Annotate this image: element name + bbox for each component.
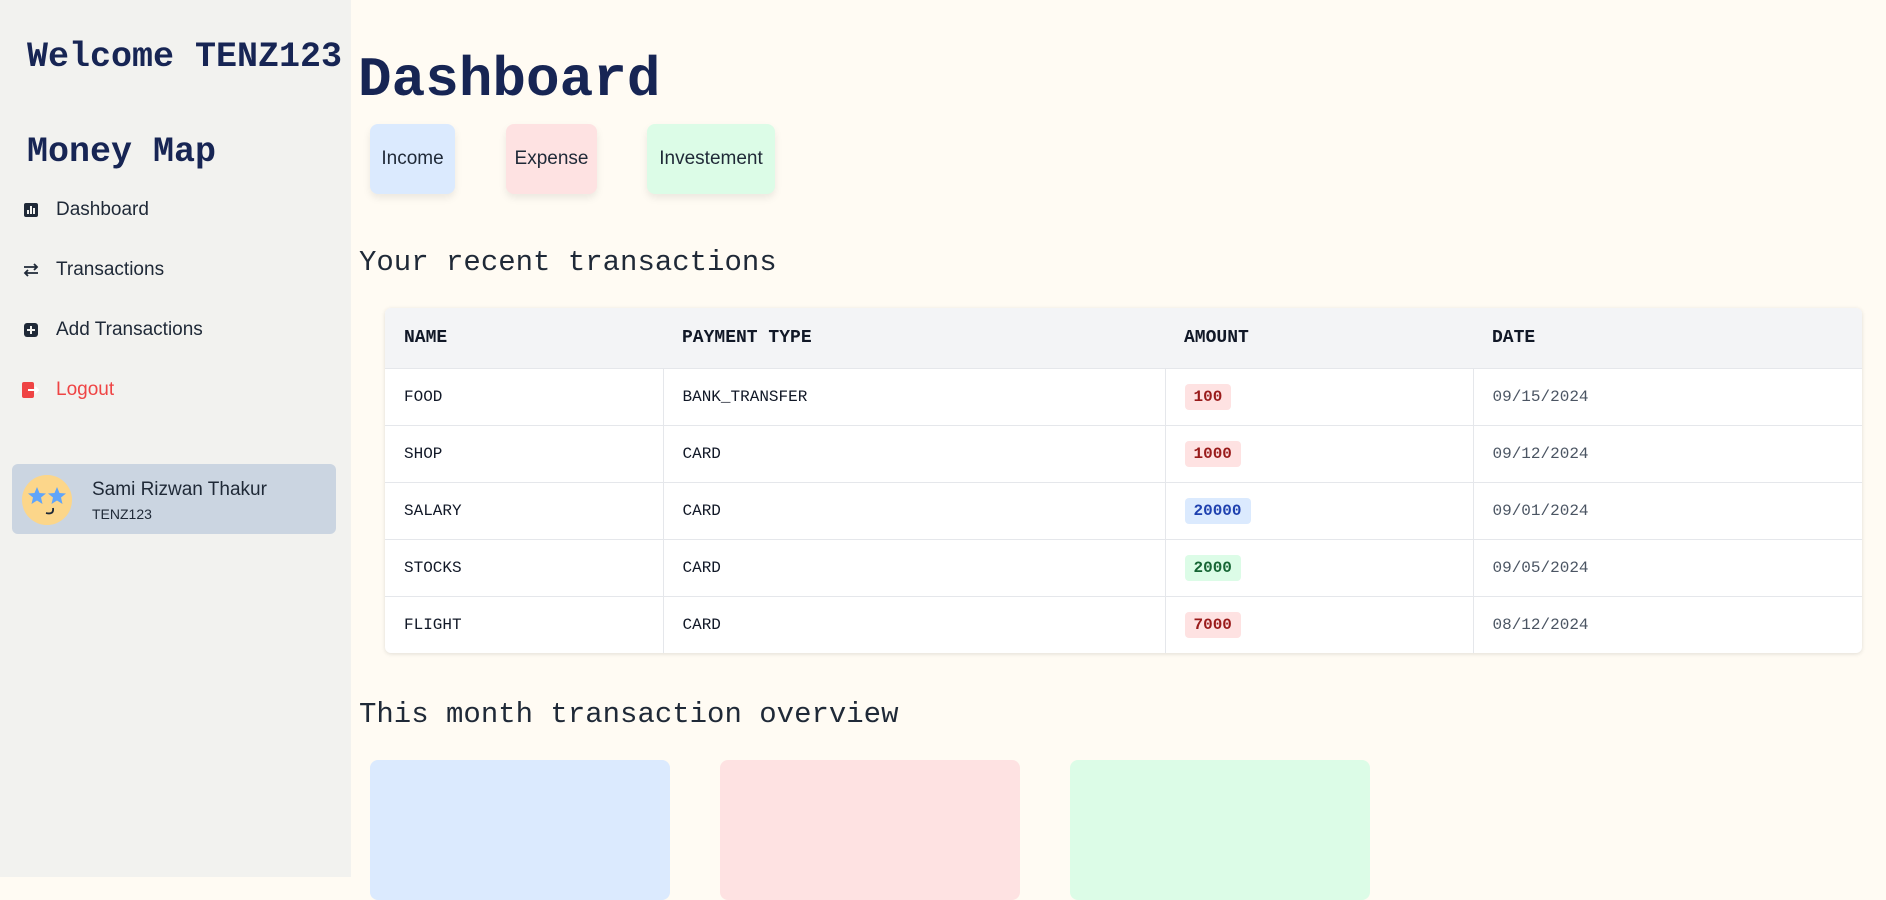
cell-date: 09/12/2024 <box>1473 425 1862 483</box>
table-row[interactable]: SHOP CARD 1000 09/12/2024 <box>385 425 1862 483</box>
cell-amount: 100 <box>1165 368 1474 426</box>
cell-date: 09/05/2024 <box>1473 539 1862 597</box>
sidebar-item-label: Transactions <box>56 259 165 280</box>
table-header-row: NAME PAYMENT TYPE AMOUNT DATE <box>385 308 1862 369</box>
income-filter-button[interactable]: Income <box>370 124 455 194</box>
cell-amount: 1000 <box>1165 425 1474 483</box>
amount-badge: 2000 <box>1184 555 1241 581</box>
amount-badge: 100 <box>1184 384 1232 410</box>
star-eyes-emoji-icon <box>22 475 72 525</box>
table-row[interactable]: FLIGHT CARD 7000 08/12/2024 <box>385 596 1862 653</box>
recent-transactions-heading: Your recent transactions <box>359 246 777 279</box>
investment-filter-button[interactable]: Investement <box>647 124 775 194</box>
page-title: Dashboard <box>358 48 661 112</box>
income-overview-card <box>370 760 670 900</box>
cell-amount: 7000 <box>1165 596 1474 653</box>
cell-amount: 2000 <box>1165 539 1474 597</box>
sidebar-item-transactions[interactable]: Transactions <box>22 250 164 290</box>
welcome-heading: Welcome TENZ123 <box>27 37 343 77</box>
table-row[interactable]: FOOD BANK_TRANSFER 100 09/15/2024 <box>385 368 1862 426</box>
cell-payment-type: CARD <box>663 539 1166 597</box>
user-profile[interactable]: Sami Rizwan Thakur TENZ123 <box>12 464 336 534</box>
sidebar-item-dashboard[interactable]: Dashboard <box>22 190 149 230</box>
cell-name: STOCKS <box>385 539 664 597</box>
cell-name: FOOD <box>385 368 664 426</box>
sidebar-item-label: Logout <box>56 379 115 400</box>
table-row[interactable]: STOCKS CARD 2000 09/05/2024 <box>385 539 1862 597</box>
cell-payment-type: CARD <box>663 425 1166 483</box>
table-row[interactable]: SALARY CARD 20000 09/01/2024 <box>385 482 1862 540</box>
plus-square-icon <box>22 323 40 337</box>
sidebar-item-label: Dashboard <box>56 199 149 220</box>
arrows-exchange-icon <box>22 262 40 278</box>
logout-icon <box>22 382 40 398</box>
cell-name: FLIGHT <box>385 596 664 653</box>
amount-badge: 7000 <box>1184 612 1241 638</box>
cell-amount: 20000 <box>1165 482 1474 540</box>
sidebar-item-label: Add Transactions <box>56 319 203 340</box>
investment-overview-card <box>1070 760 1370 900</box>
expense-overview-card <box>720 760 1020 900</box>
bar-chart-icon <box>22 203 40 217</box>
cell-name: SHOP <box>385 425 664 483</box>
column-header-amount: AMOUNT <box>1165 308 1473 369</box>
sidebar: Welcome TENZ123 Money Map Dashboard Tran… <box>0 0 351 877</box>
cell-payment-type: CARD <box>663 596 1166 653</box>
cell-date: 09/15/2024 <box>1473 368 1862 426</box>
cell-payment-type: BANK_TRANSFER <box>663 368 1166 426</box>
cell-payment-type: CARD <box>663 482 1166 540</box>
transactions-table: NAME PAYMENT TYPE AMOUNT DATE FOOD BANK_… <box>385 308 1862 653</box>
cell-name: SALARY <box>385 482 664 540</box>
main-content: Dashboard Income Expense Investement You… <box>351 0 1886 900</box>
amount-badge: 20000 <box>1184 498 1251 524</box>
cell-date: 08/12/2024 <box>1492 616 1589 634</box>
profile-username: TENZ123 <box>92 506 152 522</box>
brand-title: Money Map <box>27 132 217 172</box>
column-header-name: NAME <box>385 308 663 369</box>
sidebar-item-logout[interactable]: Logout <box>22 370 114 410</box>
cell-date: 09/01/2024 <box>1473 482 1862 540</box>
amount-badge: 1000 <box>1184 441 1241 467</box>
avatar <box>22 475 72 525</box>
column-header-date: DATE <box>1473 308 1862 369</box>
column-header-payment-type: PAYMENT TYPE <box>663 308 1165 369</box>
sidebar-item-add-transactions[interactable]: Add Transactions <box>22 310 203 350</box>
expense-filter-button[interactable]: Expense <box>506 124 597 194</box>
profile-name: Sami Rizwan Thakur <box>92 479 267 500</box>
overview-heading: This month transaction overview <box>359 698 899 731</box>
